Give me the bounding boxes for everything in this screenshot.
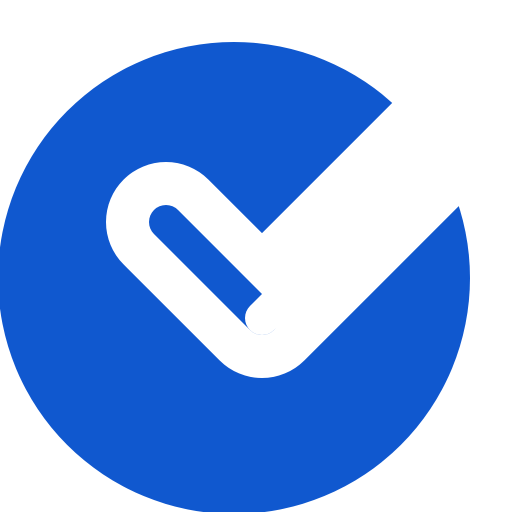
check-circle-icon — [0, 0, 512, 512]
check-circle-icon-container — [0, 0, 512, 512]
